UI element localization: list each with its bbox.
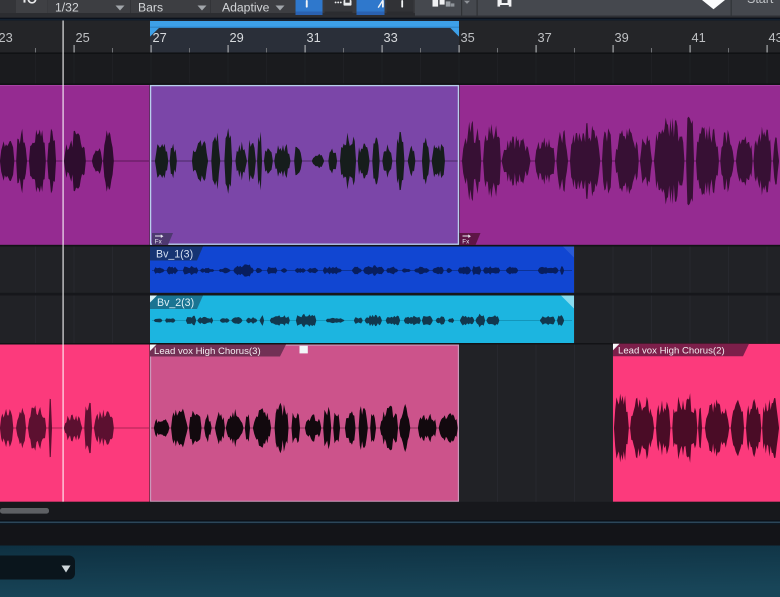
svg-text:41: 41 [692, 30, 706, 45]
svg-text:Bv_1(3): Bv_1(3) [156, 248, 193, 260]
svg-text:39: 39 [615, 30, 629, 45]
svg-text:27: 27 [153, 30, 167, 45]
svg-text:Lead vox High Chorus(2): Lead vox High Chorus(2) [618, 345, 725, 356]
svg-text:35: 35 [461, 30, 475, 45]
svg-text:33: 33 [384, 30, 398, 45]
svg-text:29: 29 [230, 30, 244, 45]
svg-text:Bars: Bars [138, 1, 163, 15]
svg-text:25: 25 [76, 30, 90, 45]
svg-text:Start: Start [747, 0, 774, 6]
svg-text:Bv_2(3): Bv_2(3) [157, 297, 194, 309]
svg-text:31: 31 [307, 30, 321, 45]
svg-text:1/32: 1/32 [55, 1, 79, 15]
svg-text:Lead vox High Chorus(3): Lead vox High Chorus(3) [154, 346, 261, 357]
svg-text:43: 43 [769, 30, 780, 45]
svg-text:37: 37 [538, 30, 552, 45]
svg-text:Adaptive: Adaptive [222, 1, 270, 15]
svg-text:Fx: Fx [462, 239, 470, 246]
svg-text:Fx: Fx [155, 239, 163, 246]
svg-text:23: 23 [0, 30, 13, 45]
